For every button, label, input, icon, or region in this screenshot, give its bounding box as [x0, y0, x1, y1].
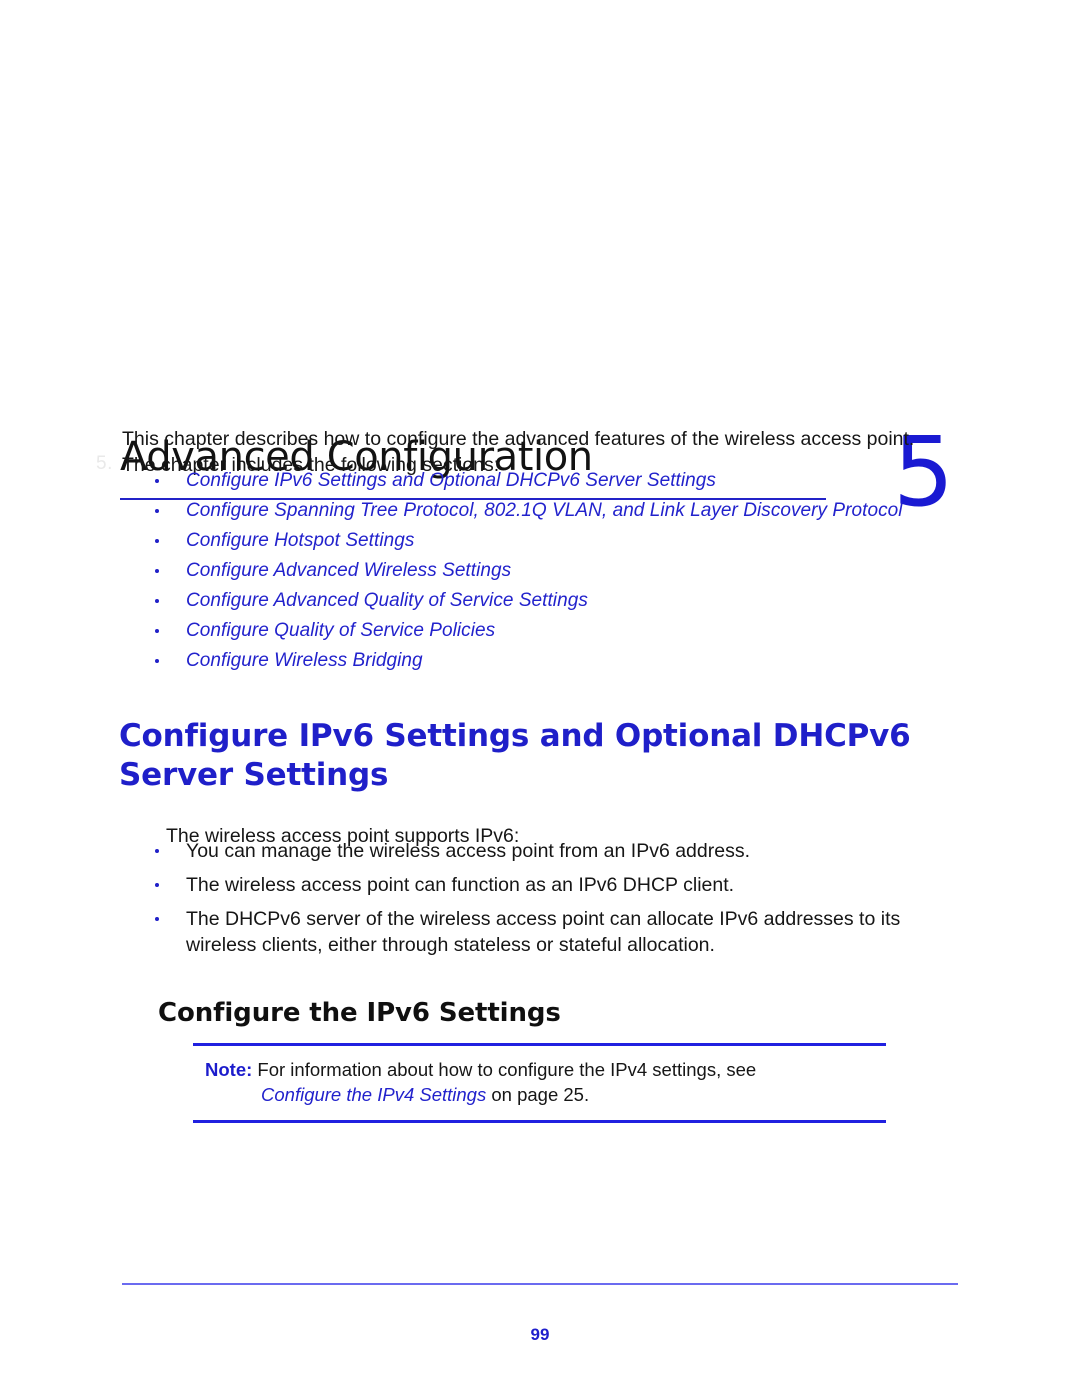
bullet-icon [155, 569, 159, 573]
bullet-icon [155, 509, 159, 513]
bullet-icon [155, 659, 159, 663]
note-box: Note: For information about how to confi… [193, 1043, 886, 1123]
note-first-line: Note: For information about how to confi… [193, 1057, 886, 1082]
list-item[interactable]: Configure IPv6 Settings and Optional DHC… [122, 466, 952, 496]
note-bottom-divider [193, 1120, 886, 1123]
note-label: Note: [205, 1059, 253, 1080]
note-page-reference: on page 25. [491, 1084, 590, 1105]
list-item-text: The DHCPv6 server of the wireless access… [186, 908, 901, 956]
note-body: Note: For information about how to confi… [193, 1046, 886, 1120]
section-link[interactable]: Configure Advanced Quality of Service Se… [186, 590, 588, 612]
section-link[interactable]: Configure Wireless Bridging [186, 650, 423, 672]
list-item: The DHCPv6 server of the wireless access… [122, 906, 952, 958]
footer-divider [122, 1283, 958, 1285]
bullet-icon [155, 599, 159, 603]
page-number: 99 [530, 1325, 550, 1344]
list-item[interactable]: Configure Advanced Quality of Service Se… [122, 586, 952, 616]
chapter-watermark: 5. [96, 453, 113, 474]
list-item[interactable]: Configure Advanced Wireless Settings [122, 556, 952, 586]
bullet-icon [155, 883, 159, 887]
note-second-line: Configure the IPv4 Settings on page 25. [193, 1082, 886, 1107]
section-link[interactable]: Configure Hotspot Settings [186, 530, 414, 552]
ipv6-fact-list: You can manage the wireless access point… [122, 838, 952, 962]
chapter-header: 5. Advanced Configuration 5 [0, 210, 1080, 520]
list-item: The wireless access point can function a… [122, 872, 952, 902]
section-link[interactable]: Configure Quality of Service Policies [186, 620, 495, 642]
section-link[interactable]: Configure IPv6 Settings and Optional DHC… [186, 470, 716, 492]
sub-heading: Configure the IPv6 Settings [158, 997, 561, 1028]
list-item[interactable]: Configure Hotspot Settings [122, 526, 952, 556]
section-link-list: Configure IPv6 Settings and Optional DHC… [122, 466, 952, 676]
list-item[interactable]: Configure Spanning Tree Protocol, 802.1Q… [122, 496, 952, 526]
bullet-icon [155, 917, 159, 921]
section-link[interactable]: Configure Spanning Tree Protocol, 802.1Q… [186, 500, 903, 522]
list-item: You can manage the wireless access point… [122, 838, 952, 868]
section-link[interactable]: Configure Advanced Wireless Settings [186, 560, 511, 582]
list-item[interactable]: Configure Quality of Service Policies [122, 616, 952, 646]
bullet-icon [155, 539, 159, 543]
list-item-text: You can manage the wireless access point… [186, 840, 751, 862]
list-item[interactable]: Configure Wireless Bridging [122, 646, 952, 676]
note-cross-reference-link[interactable]: Configure the IPv4 Settings [261, 1084, 486, 1105]
document-page: 5. Advanced Configuration 5 This chapter… [0, 0, 1080, 1397]
bullet-icon [155, 479, 159, 483]
note-text: For information about how to configure t… [257, 1059, 757, 1080]
section-heading: Configure IPv6 Settings and Optional DHC… [119, 717, 911, 793]
list-item-text: The wireless access point can function a… [186, 874, 735, 896]
bullet-icon [155, 629, 159, 633]
bullet-icon [155, 849, 159, 853]
